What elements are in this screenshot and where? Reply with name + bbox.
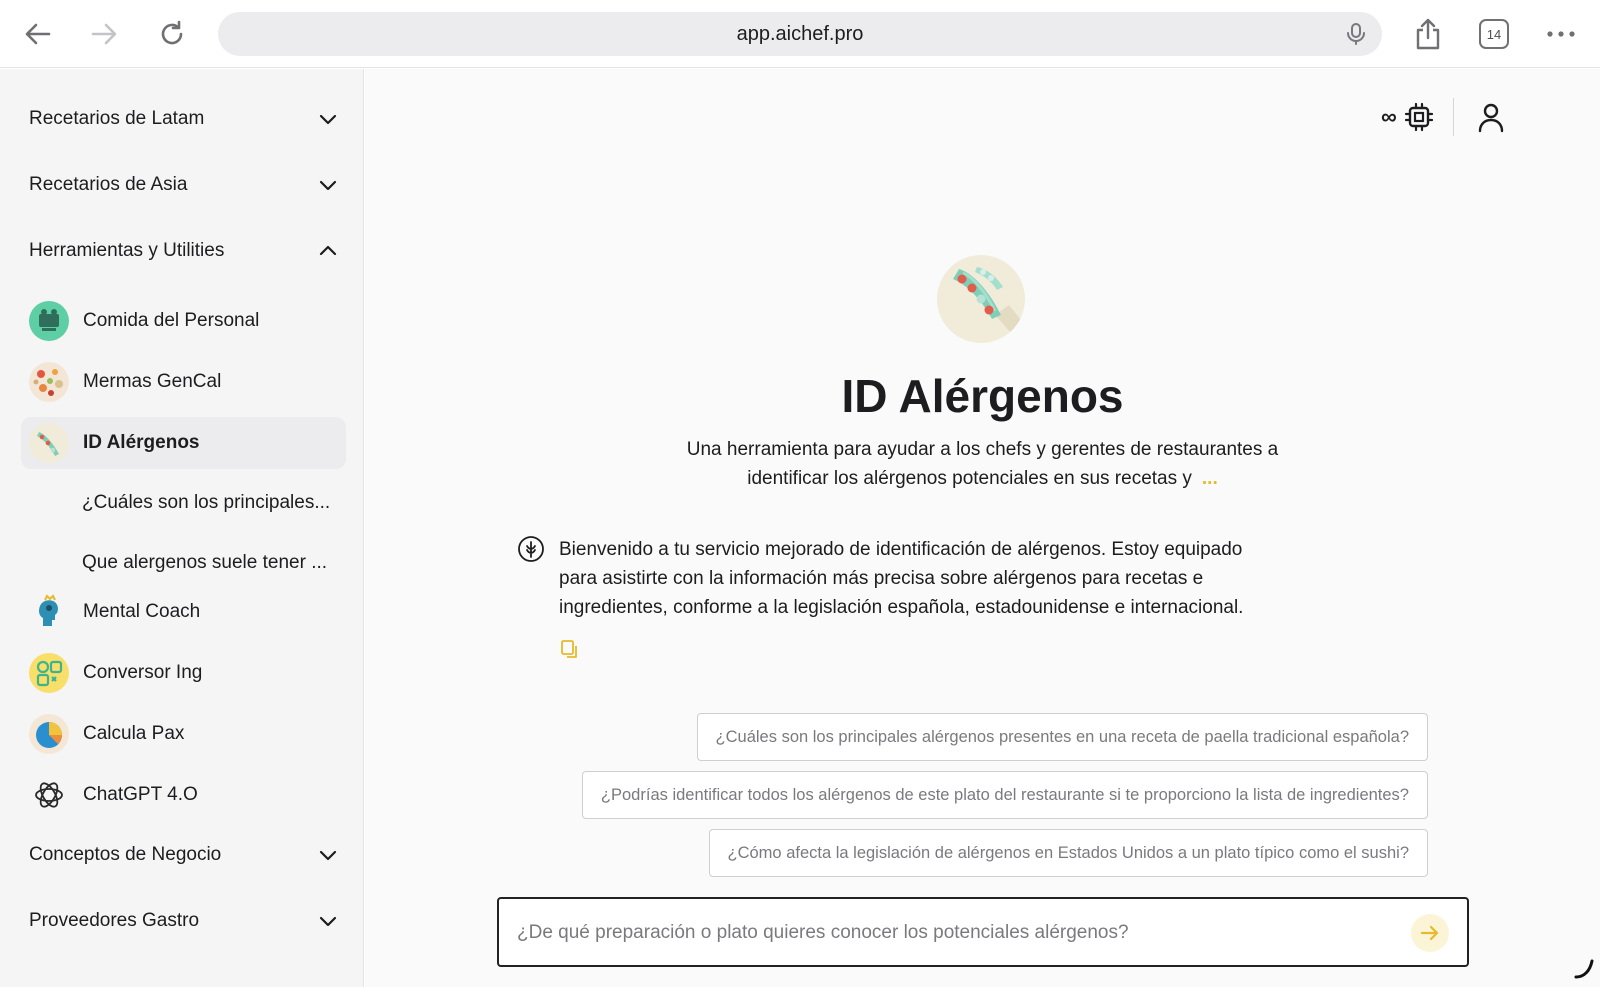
sidebar-item-mental-coach[interactable]: Mental Coach — [21, 586, 346, 638]
sidebar: Recetarios de Latam Recetarios de Asia H… — [0, 69, 364, 987]
section-label: Conceptos de Negocio — [29, 844, 222, 865]
section-label: Recetarios de Asia — [29, 174, 188, 195]
section-conceptos-negocio[interactable]: Conceptos de Negocio — [29, 835, 339, 875]
sidebar-item-label: Conversor Ing — [83, 662, 203, 683]
sidebar-item-chatgpt[interactable]: ChatGPT 4.O — [21, 769, 346, 821]
suggestion-button[interactable]: ¿Podrías identificar todos los alérgenos… — [581, 771, 1428, 819]
tool-description: Una herramienta para ayudar a los chefs … — [665, 435, 1300, 493]
resize-handle-icon[interactable] — [1572, 957, 1594, 979]
sidebar-item-comida-personal[interactable]: Comida del Personal — [21, 295, 346, 347]
suggestion-label: ¿Cómo afecta la legislación de alérgenos… — [727, 843, 1409, 862]
wheat-icon — [518, 536, 544, 562]
section-proveedores-gastro[interactable]: Proveedores Gastro — [29, 901, 339, 941]
suggestion-label: ¿Cuáles son los principales alérgenos pr… — [715, 727, 1409, 746]
pie-chart-icon — [29, 714, 69, 754]
show-more-button[interactable]: ... — [1202, 468, 1218, 489]
section-label: Herramientas y Utilities — [29, 240, 225, 261]
staff-meal-icon — [29, 301, 69, 341]
send-button[interactable] — [1411, 914, 1449, 952]
sidebar-item-calcula-pax[interactable]: Calcula Pax — [21, 708, 346, 760]
copy-icon[interactable] — [560, 639, 580, 659]
page-title: ID Alérgenos — [841, 370, 1124, 422]
conversation-label: Que alergenos suele tener ... — [82, 552, 328, 573]
description-line1: Una herramienta para ayudar a los chefs … — [686, 439, 1279, 460]
sidebar-item-mermas-gencal[interactable]: Mermas GenCal — [21, 356, 346, 408]
chat-input-container — [497, 897, 1469, 967]
share-button[interactable] — [1408, 14, 1448, 54]
sidebar-item-label: Mermas GenCal — [83, 371, 222, 392]
arrow-right-icon — [1420, 925, 1439, 941]
section-recetarios-asia[interactable]: Recetarios de Asia — [29, 165, 339, 205]
share-icon — [1416, 18, 1440, 50]
url-text: app.aichef.pro — [736, 22, 864, 45]
sidebar-item-label: ChatGPT 4.O — [83, 784, 198, 805]
sidebar-item-label: ID Alérgenos — [83, 432, 200, 453]
arrow-left-icon — [25, 23, 51, 45]
sidebar-item-label: Comida del Personal — [83, 310, 260, 331]
conversation-item[interactable]: Que alergenos suele tener ... — [82, 543, 344, 583]
reload-button[interactable] — [152, 14, 192, 54]
head-icon — [29, 592, 69, 632]
section-recetarios-latam[interactable]: Recetarios de Latam — [29, 99, 339, 139]
suggestion-label: ¿Podrías identificar todos los alérgenos… — [600, 785, 1409, 804]
main-content: ∞ ID Alérgenos Una herramienta para ayud… — [365, 69, 1600, 987]
converter-icon — [29, 653, 69, 693]
back-button[interactable] — [18, 14, 58, 54]
forward-button[interactable] — [84, 14, 124, 54]
suggestion-button[interactable]: ¿Cuáles son los principales alérgenos pr… — [696, 713, 1428, 761]
browser-toolbar: app.aichef.pro 14 — [0, 0, 1600, 68]
chevron-down-icon — [319, 114, 337, 125]
suggestion-button[interactable]: ¿Cómo afecta la legislación de alérgenos… — [708, 829, 1428, 877]
address-bar[interactable]: app.aichef.pro — [218, 12, 1382, 56]
more-options-button[interactable] — [1541, 14, 1581, 54]
top-actions: ∞ — [1381, 97, 1506, 137]
chevron-up-icon — [319, 245, 337, 256]
assistant-message: Bienvenido a tu servicio mejorado de ide… — [559, 539, 1244, 618]
tool-avatar-beans-icon — [937, 255, 1025, 343]
reload-icon — [161, 20, 183, 45]
cpu-icon[interactable] — [1403, 101, 1435, 133]
conversation-label: ¿Cuáles son los principales... — [82, 492, 331, 513]
tabs-button[interactable]: 14 — [1479, 19, 1509, 49]
beans-icon — [29, 423, 69, 463]
section-label: Recetarios de Latam — [29, 108, 205, 129]
sidebar-item-id-alergenos[interactable]: ID Alérgenos — [21, 417, 346, 469]
microphone-icon[interactable] — [1344, 22, 1368, 46]
description-line2: identificar los alérgenos potenciales en… — [747, 468, 1192, 489]
sidebar-item-conversor-ing[interactable]: Conversor Ing — [21, 647, 346, 699]
section-label: Proveedores Gastro — [29, 910, 200, 931]
chat-input[interactable] — [517, 917, 1377, 949]
chevron-down-icon — [319, 916, 337, 927]
ellipsis-icon — [1547, 31, 1575, 37]
section-herramientas-utilities[interactable]: Herramientas y Utilities — [29, 231, 339, 271]
food-waste-icon — [29, 362, 69, 402]
arrow-right-icon — [91, 23, 117, 45]
user-icon[interactable] — [1476, 101, 1506, 133]
toolbar-divider — [1452, 98, 1454, 136]
sidebar-item-label: Mental Coach — [83, 601, 201, 622]
chevron-down-icon — [319, 180, 337, 191]
chevron-down-icon — [319, 850, 337, 861]
sidebar-item-label: Calcula Pax — [83, 723, 185, 744]
conversation-item[interactable]: ¿Cuáles son los principales... — [82, 483, 344, 523]
openai-icon — [29, 775, 69, 815]
infinity-icon: ∞ — [1381, 104, 1397, 129]
